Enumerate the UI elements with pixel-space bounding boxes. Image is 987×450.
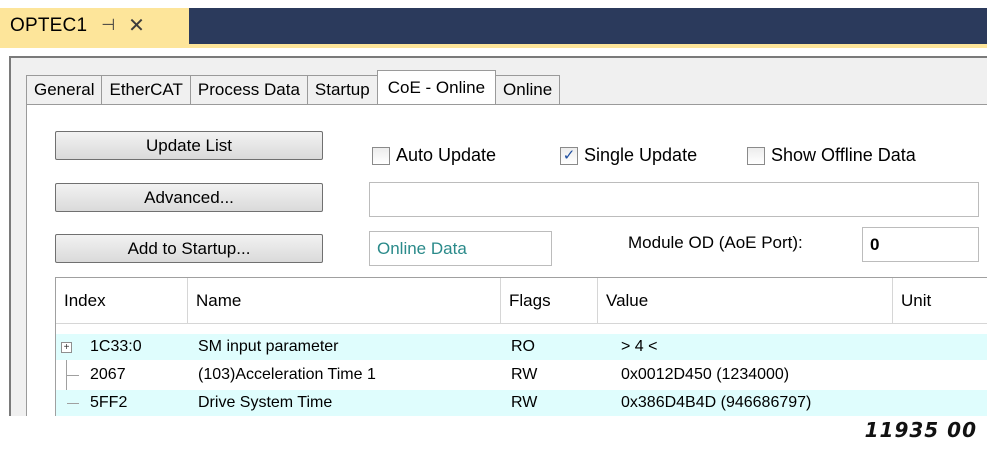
column-header-unit[interactable]: Unit: [893, 278, 987, 324]
single-update-label: Single Update: [584, 145, 698, 165]
row-flags: RW: [511, 394, 538, 411]
module-od-label: Module OD (AoE Port):: [628, 233, 803, 252]
auto-update-checkbox[interactable]: Auto Update: [372, 145, 496, 166]
figure-id: 11935 00: [864, 418, 977, 442]
row-value: 0x0012D450 (1234000): [621, 366, 790, 383]
object-dictionary-table: Index Name Flags Value Unit + 1C33:0 SM …: [55, 277, 987, 416]
row-name: (103)Acceleration Time 1: [198, 366, 376, 383]
single-update-checkbox[interactable]: ✓ Single Update: [560, 145, 697, 166]
show-offline-data-checkbox[interactable]: Show Offline Data: [747, 145, 916, 166]
tab-online[interactable]: Online: [495, 75, 561, 104]
tab-startup[interactable]: Startup: [306, 75, 378, 104]
show-offline-data-label: Show Offline Data: [771, 145, 916, 165]
row-index: 1C33:0: [90, 338, 142, 355]
column-header-name[interactable]: Name: [188, 278, 501, 324]
row-flags: RW: [511, 366, 538, 383]
check-mark-icon[interactable]: ✓: [560, 146, 578, 165]
tab-strip: General EtherCAT Process Data Startup Co…: [26, 70, 561, 104]
column-header-index[interactable]: Index: [56, 278, 188, 324]
tree-connector: [67, 403, 79, 404]
table-row[interactable]: + 1C33:0 SM input parameter RO > 4 <: [56, 334, 987, 360]
row-value: 0x386D4B4D (946686797): [621, 394, 812, 411]
add-to-startup-button[interactable]: Add to Startup...: [55, 234, 323, 263]
active-document-rule: [0, 44, 987, 48]
close-icon[interactable]: ✕: [128, 16, 145, 36]
module-od-input[interactable]: 0: [862, 227, 979, 262]
tab-process-data[interactable]: Process Data: [189, 75, 308, 104]
update-list-button[interactable]: Update List: [55, 131, 323, 160]
column-header-value[interactable]: Value: [598, 278, 893, 324]
tab-coe-online[interactable]: CoE - Online: [376, 70, 497, 104]
tree-connector: [67, 375, 79, 376]
tab-general[interactable]: General: [26, 75, 103, 104]
expand-icon[interactable]: +: [61, 342, 72, 353]
advanced-info-field[interactable]: [369, 182, 979, 217]
row-value: > 4 <: [621, 338, 658, 355]
advanced-button[interactable]: Advanced...: [55, 183, 323, 212]
row-flags: RO: [511, 338, 535, 355]
auto-update-label: Auto Update: [396, 145, 497, 165]
document-tab[interactable]: OPTEC1 ⊣ ✕: [0, 8, 189, 44]
document-title: OPTEC1: [10, 15, 88, 36]
show-offline-data-box[interactable]: [747, 146, 765, 165]
table-header: Index Name Flags Value Unit: [56, 278, 987, 324]
row-name: Drive System Time: [198, 394, 333, 411]
row-index: 2067: [90, 366, 126, 383]
auto-update-box[interactable]: [372, 146, 390, 165]
data-source-field: Online Data: [369, 231, 552, 266]
column-header-flags[interactable]: Flags: [501, 278, 598, 324]
tab-ethercat[interactable]: EtherCAT: [101, 75, 191, 104]
pin-icon[interactable]: ⊣: [101, 18, 115, 34]
document-tab-bar: OPTEC1 ⊣ ✕: [0, 8, 987, 44]
table-row[interactable]: 2067 (103)Acceleration Time 1 RW 0x0012D…: [56, 362, 987, 388]
row-name: SM input parameter: [198, 338, 339, 355]
row-index: 5FF2: [90, 394, 128, 411]
table-row[interactable]: 5FF2 Drive System Time RW 0x386D4B4D (94…: [56, 390, 987, 416]
